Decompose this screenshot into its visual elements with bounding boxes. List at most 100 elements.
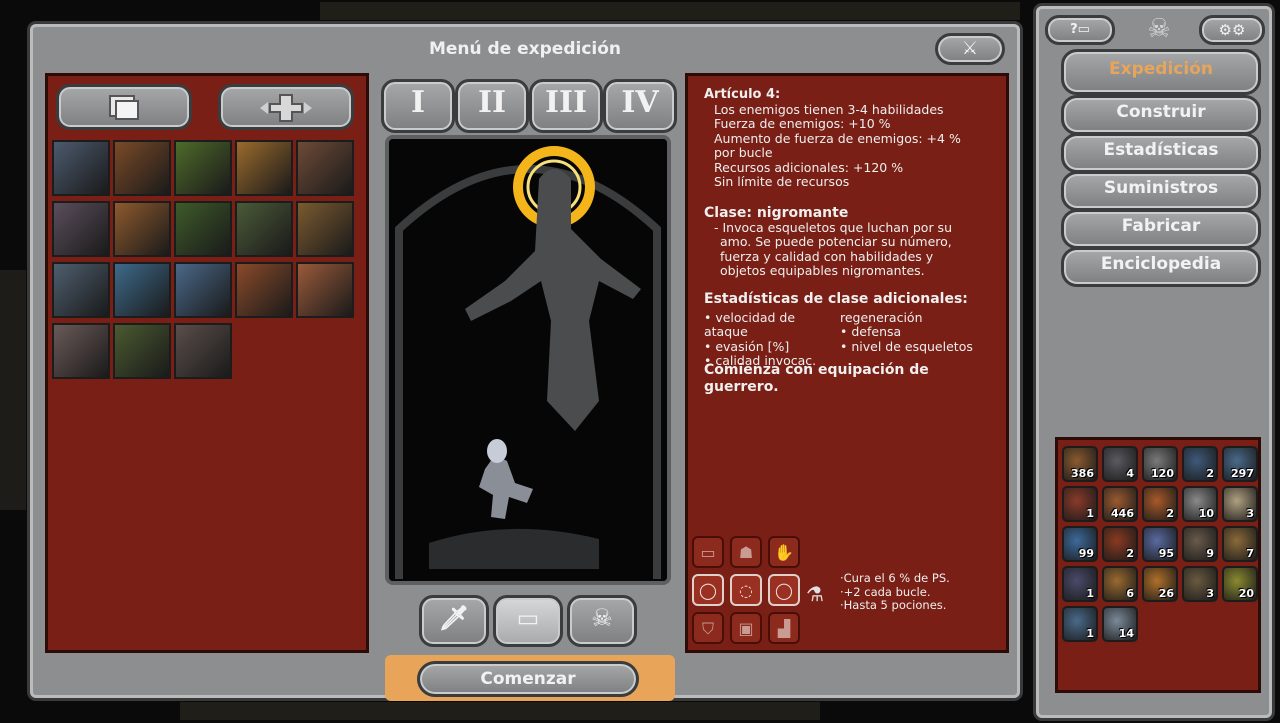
resource-count: 3 xyxy=(1206,587,1214,600)
skull-emblem-icon: ☠ xyxy=(1147,14,1171,44)
ancestral-crypt-card[interactable] xyxy=(52,323,110,379)
chapter-portrait xyxy=(385,135,671,585)
menu-item-4[interactable]: Fabricar xyxy=(1061,209,1261,249)
start-equipment-line: guerrero. xyxy=(704,379,779,395)
ring-slot-icon[interactable]: ◯ xyxy=(692,574,724,606)
gauntlet-slot-icon[interactable]: ✋ xyxy=(768,536,800,568)
vampire-mansion-card[interactable] xyxy=(52,140,110,196)
class-info: Clase: nigromante - Invoca esqueletos qu… xyxy=(704,206,996,279)
card-deck-icon xyxy=(109,95,139,120)
chapter-line: Aumento de fuerza de enemigos: +4 % xyxy=(714,130,961,146)
resources-panel: 386 4 120 2 297 1 446 2 10 3 99 2 95 9 7 1 6 26 3 20 1 14 xyxy=(1055,437,1261,693)
food-resource-icon: 446 xyxy=(1102,486,1138,522)
cemetery-card[interactable] xyxy=(296,140,354,196)
chapter-line: Recursos adicionales: +120 % xyxy=(714,159,904,175)
pebbles-resource-icon: 3 xyxy=(1182,566,1218,602)
help-button[interactable]: ?▭ xyxy=(1045,15,1115,45)
resource-count: 6 xyxy=(1126,587,1134,600)
blood-grove-card[interactable] xyxy=(296,201,354,257)
thicket-card[interactable] xyxy=(174,201,232,257)
gold-orb-resource-icon: 26 xyxy=(1142,566,1178,602)
resource-count: 386 xyxy=(1071,467,1094,480)
smith-forge-card[interactable] xyxy=(113,201,171,257)
stat-item: • defensa xyxy=(840,324,902,339)
menu-item-1[interactable]: Construir xyxy=(1061,95,1261,135)
info-panel: Artículo 4: Los enemigos tienen 3-4 habi… xyxy=(685,73,1009,653)
potion-flask-icon: ⚗ xyxy=(806,582,824,606)
bandage-resource-icon: 3 xyxy=(1222,486,1258,522)
armor-slot-icon[interactable]: ▣ xyxy=(730,612,762,644)
resource-count: 26 xyxy=(1158,587,1174,600)
resource-count: 120 xyxy=(1151,467,1174,480)
grove-card[interactable] xyxy=(174,140,232,196)
seed-resource-icon: 20 xyxy=(1222,566,1258,602)
expedition-dialog: Menú de expedición ⚔ I II III IV 🗡 ▭ ☠ A… xyxy=(30,24,1020,701)
wheat-fields-card[interactable] xyxy=(235,140,293,196)
resource-count: 3 xyxy=(1246,507,1254,520)
resource-count: 95 xyxy=(1158,547,1174,560)
mountain-card[interactable] xyxy=(235,262,293,318)
storm-temple-card[interactable] xyxy=(52,262,110,318)
start-button[interactable]: Comenzar xyxy=(417,661,639,697)
scroll-slot-icon[interactable]: ▭ xyxy=(692,536,724,568)
class-title: Clase: nigromante xyxy=(704,205,849,221)
gear-button[interactable] xyxy=(218,84,354,130)
flesh-resource-icon: 1 xyxy=(1062,486,1098,522)
rogue-class-button[interactable]: ▭ xyxy=(493,595,563,647)
potion-resource-icon: 2 xyxy=(1102,526,1138,562)
chapter-2-button[interactable]: II xyxy=(455,79,529,133)
orb-resource-icon: 297 xyxy=(1222,446,1258,482)
wood-resource-icon: 386 xyxy=(1062,446,1098,482)
arsenal-card[interactable] xyxy=(174,323,232,379)
background-decor-bottom xyxy=(180,702,820,720)
card-deck-panel xyxy=(45,73,369,653)
crystal-resource-icon: 2 xyxy=(1182,446,1218,482)
menu-item-5[interactable]: Enciclopedia xyxy=(1061,247,1261,287)
helmet-slot-icon[interactable]: ☗ xyxy=(730,536,762,568)
gear-icon: ⚙⚙ xyxy=(1218,21,1246,39)
swamp-card[interactable] xyxy=(113,323,171,379)
lighthouse-card[interactable] xyxy=(52,201,110,257)
menu-item-0[interactable]: Expedición xyxy=(1061,49,1261,95)
settings-button[interactable]: ⚙⚙ xyxy=(1199,15,1265,45)
resource-count: 1 xyxy=(1086,587,1094,600)
lich-illustration xyxy=(389,139,667,581)
resource-count: 10 xyxy=(1198,507,1214,520)
necromancer-class-button[interactable]: ☠ xyxy=(567,595,637,647)
main-menu-sidebar: ?▭ ☠ ⚙⚙ Expedición Construir Estadísticas S… xyxy=(1036,6,1272,718)
start-equipment-line: Comienza con equipación de xyxy=(704,362,929,378)
stat-item: • evasión [%] xyxy=(704,338,790,354)
chapter-3-button[interactable]: III xyxy=(529,79,603,133)
stat-item: • nivel de esqueletos xyxy=(840,338,973,354)
rock-card[interactable] xyxy=(296,262,354,318)
close-button[interactable]: ⚔ xyxy=(935,33,1005,65)
village-card[interactable] xyxy=(113,140,171,196)
resource-count: 4 xyxy=(1126,467,1134,480)
resource-count: 1 xyxy=(1086,507,1094,520)
ring-slot-icon[interactable]: ◯ xyxy=(768,574,800,606)
help-icon: ?▭ xyxy=(1070,22,1090,37)
resource-count: 297 xyxy=(1231,467,1254,480)
chapter-line: por bucle xyxy=(714,145,773,160)
chapter-1-button[interactable]: I xyxy=(381,79,455,133)
chapter-info: Artículo 4: Los enemigos tienen 3-4 habi… xyxy=(704,87,996,190)
chapter-line: Fuerza de enemigos: +10 % xyxy=(714,116,891,131)
boots-slot-icon[interactable]: ▟ xyxy=(768,612,800,644)
warrior-class-button[interactable]: 🗡 xyxy=(419,595,489,647)
menu-item-2[interactable]: Estadísticas xyxy=(1061,133,1261,173)
beacon-card[interactable] xyxy=(174,262,232,318)
scroll-icon: ▭ xyxy=(516,604,540,632)
river-card[interactable] xyxy=(113,262,171,318)
menu-item-3[interactable]: Suministros xyxy=(1061,171,1261,211)
amulet-slot-icon[interactable]: ◌ xyxy=(730,574,762,606)
class-desc-line: fuerza y calidad con habilidades y xyxy=(720,248,934,264)
resource-count: 20 xyxy=(1238,587,1254,600)
deck-button[interactable] xyxy=(56,84,192,130)
forest-card[interactable] xyxy=(235,201,293,257)
amber-resource-icon: 2 xyxy=(1142,486,1178,522)
crate-resource-icon: 99 xyxy=(1062,526,1098,562)
chapter-4-button[interactable]: IV xyxy=(603,79,677,133)
resource-count: 2 xyxy=(1206,467,1214,480)
shield-slot-icon[interactable]: ⛉ xyxy=(692,612,724,644)
sword-icon: 🗡 xyxy=(438,604,470,632)
